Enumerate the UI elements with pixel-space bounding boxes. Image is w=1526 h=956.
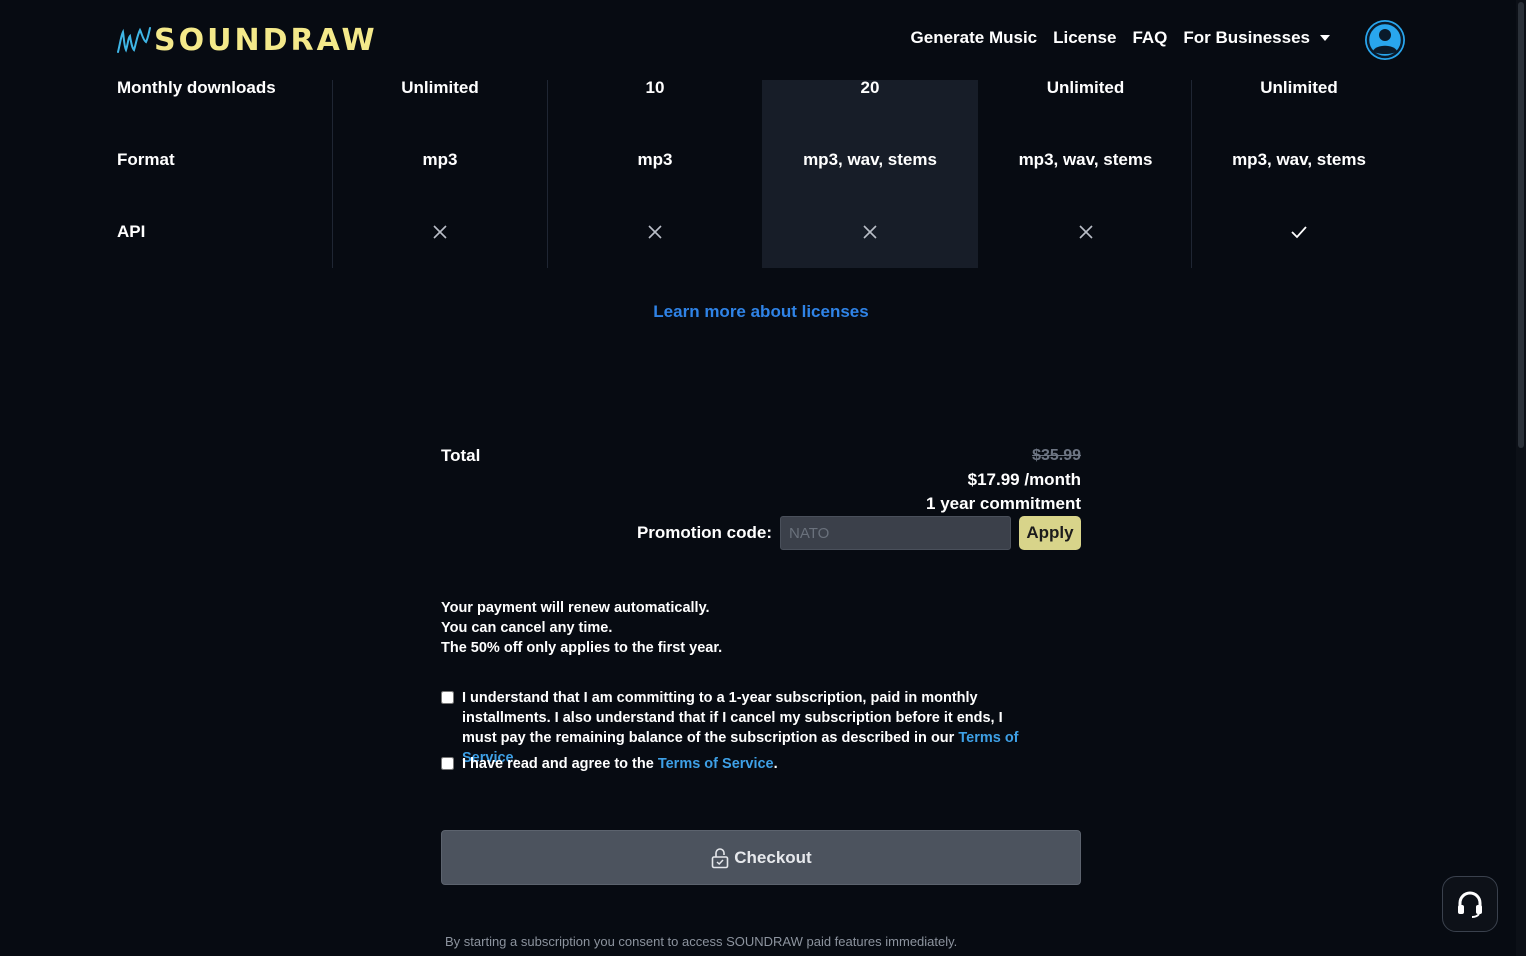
renewal-notes: Your payment will renew automatically. Y…: [441, 598, 722, 658]
nav-generate-music[interactable]: Generate Music: [911, 28, 1038, 48]
x-icon: [863, 225, 877, 239]
api-value: [1192, 220, 1406, 244]
tos-checkbox[interactable]: [441, 757, 454, 770]
x-icon: [433, 225, 447, 239]
check-icon: [1291, 226, 1307, 239]
plan-column-1: Unlimited mp3: [332, 78, 547, 268]
discount-note: The 50% off only applies to the first ye…: [441, 640, 723, 656]
lock-icon: [711, 847, 729, 868]
headset-icon: [1458, 891, 1482, 918]
api-value: [762, 220, 978, 244]
nav-faq[interactable]: FAQ: [1132, 28, 1167, 48]
plan-comparison-table: Monthly downloads Format API Unlimited m…: [117, 78, 1407, 268]
downloads-value: 10: [645, 78, 665, 97]
promotion-code-label: Promotion code:: [636, 523, 772, 542]
row-label-api: API: [117, 222, 146, 241]
tos-agreement-text: I have read and agree to the Terms of Se…: [441, 754, 1041, 774]
user-icon: [1366, 21, 1404, 59]
commitment-text: 1 year commitment: [926, 494, 1081, 513]
price-block: $35.99 $17.99 /month 1 year commitment: [926, 446, 1081, 516]
cancel-note: You can cancel any time.: [441, 620, 613, 636]
page-scrollbar[interactable]: [1516, 0, 1526, 956]
row-label-monthly-downloads: Monthly downloads: [117, 78, 276, 97]
api-value: [978, 220, 1193, 244]
checkout-button[interactable]: Checkout: [441, 830, 1081, 885]
x-icon: [1078, 225, 1093, 239]
api-value: [333, 220, 547, 244]
main-nav: Generate Music License FAQ For Businesse…: [911, 28, 1330, 48]
apply-promo-button[interactable]: Apply: [1019, 516, 1081, 550]
nav-for-businesses-dropdown[interactable]: For Businesses: [1183, 28, 1330, 48]
learn-more-row: Learn more about licenses: [0, 302, 1522, 322]
tos-text: I have read and agree to the: [462, 756, 654, 772]
downloads-value: 20: [860, 78, 880, 97]
checkout-label: Checkout: [734, 847, 812, 867]
plan-column-4: Unlimited mp3, wav, stems: [978, 78, 1193, 268]
renewal-note: Your payment will renew automatically.: [441, 600, 710, 616]
commitment-text: I understand that I am committing to a 1…: [462, 690, 1003, 746]
waveform-logo-icon: [117, 27, 151, 53]
downloads-value: Unlimited: [401, 78, 479, 97]
plan-column-2: 10 mp3: [547, 78, 762, 268]
format-value: mp3, wav, stems: [803, 150, 937, 169]
downloads-value: Unlimited: [1046, 78, 1125, 97]
header: SOUNDRAW Generate Music License FAQ For …: [0, 0, 1516, 80]
nav-license[interactable]: License: [1053, 28, 1116, 48]
period: .: [773, 756, 778, 772]
total-label: Total: [441, 446, 481, 465]
commitment-checkbox[interactable]: [441, 691, 454, 704]
learn-more-licenses-link[interactable]: Learn more about licenses: [653, 302, 868, 321]
format-value: mp3: [637, 150, 673, 169]
original-price: $35.99: [1032, 447, 1081, 464]
format-value: mp3: [422, 150, 458, 169]
x-icon: [648, 225, 662, 239]
row-labels-column: Monthly downloads Format API: [117, 78, 332, 268]
api-value: [548, 220, 762, 244]
promotion-code-row: Promotion code: Apply: [637, 516, 1081, 550]
row-label-format: Format: [117, 150, 175, 169]
nav-for-businesses[interactable]: For Businesses: [1183, 28, 1310, 48]
user-avatar[interactable]: [1365, 20, 1405, 60]
logo-text: SOUNDRAW: [154, 22, 378, 58]
plan-column-5: Unlimited mp3, wav, stems: [1191, 78, 1406, 268]
downloads-value: Unlimited: [1260, 78, 1338, 97]
plan-column-3-selected: 20 mp3, wav, stems: [762, 78, 978, 268]
scrollbar-thumb[interactable]: [1518, 2, 1524, 448]
format-value: mp3, wav, stems: [1232, 150, 1366, 169]
support-chat-button[interactable]: [1442, 876, 1498, 932]
tos-agreement: I have read and agree to the Terms of Se…: [441, 754, 1041, 774]
format-value: mp3, wav, stems: [1018, 150, 1153, 169]
caret-down-icon: [1320, 35, 1330, 41]
promotion-code-input[interactable]: [780, 516, 1011, 550]
terms-of-service-link[interactable]: Terms of Service: [658, 756, 774, 772]
discounted-price: $17.99 /month: [967, 470, 1081, 489]
soundraw-logo[interactable]: SOUNDRAW: [116, 20, 378, 60]
consent-text: By starting a subscription you consent t…: [445, 934, 958, 949]
